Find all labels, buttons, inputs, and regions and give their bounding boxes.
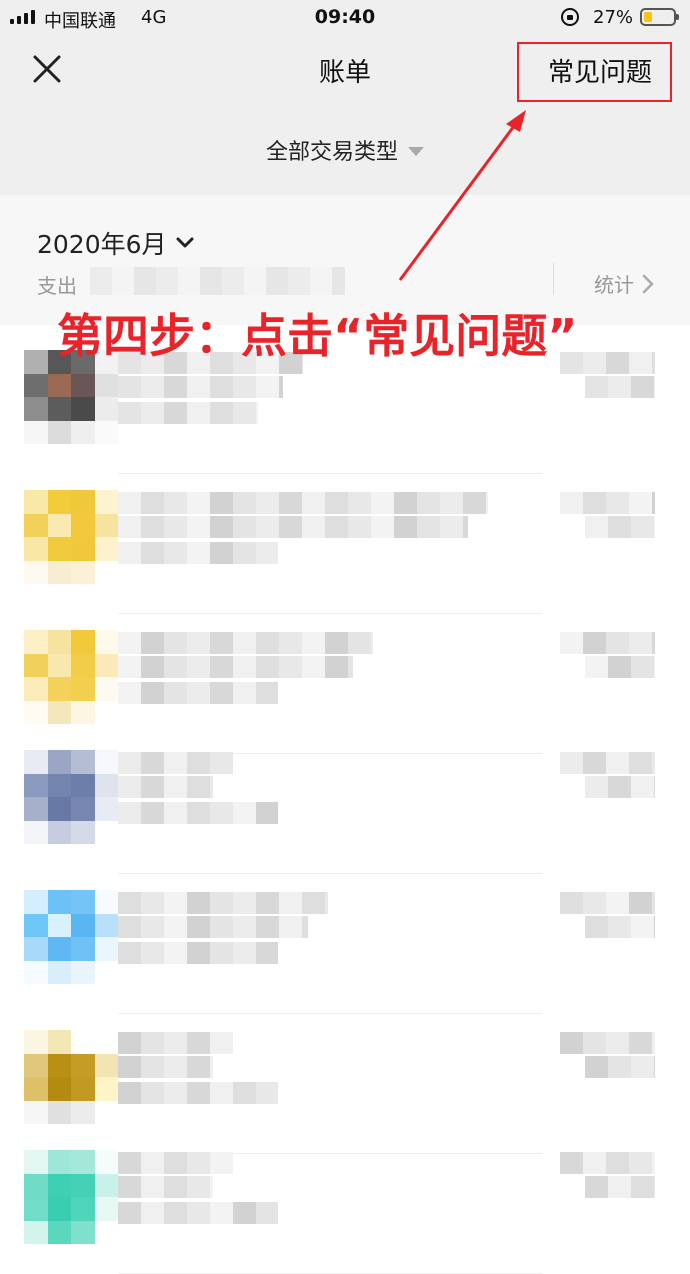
transaction-row[interactable] [0,1020,690,1154]
transaction-amount-blurred [585,916,655,938]
transaction-avatar [24,890,118,984]
transaction-amount-blurred [585,1176,655,1198]
transaction-time-blurred [118,402,258,424]
faq-button[interactable]: 常见问题 [548,52,652,89]
battery-icon [640,8,679,26]
transaction-amount-blurred [585,1056,655,1078]
transaction-title-blurred [118,492,488,514]
transaction-type-filter[interactable]: 全部交易类型 [0,134,690,166]
transaction-amount-blurred [560,632,655,654]
chevron-down-icon [176,237,194,248]
caret-down-icon [408,146,424,156]
battery-percent: 27% [593,7,634,28]
row-divider [118,1013,542,1014]
transaction-avatar [24,630,118,724]
transaction-time-blurred [118,682,278,704]
transaction-amount-blurred [560,752,655,774]
chevron-right-icon [642,274,654,293]
transaction-title-blurred [118,656,353,678]
stats-link[interactable]: 统计 [594,269,654,298]
transaction-title-blurred [118,1032,233,1054]
transaction-amount-blurred [585,516,655,538]
transaction-row[interactable] [0,880,690,1014]
transaction-title-blurred [118,516,468,538]
transaction-avatar [24,1150,118,1244]
rotation-lock-icon [561,8,579,26]
summary-divider [553,263,554,295]
row-divider [118,613,542,614]
transaction-time-blurred [118,1202,278,1224]
status-bar: 中国联通 4G 09:40 27% [0,0,690,36]
transaction-title-blurred [118,1056,213,1078]
month-label: 2020年6月 [37,230,167,259]
transaction-row[interactable] [0,1140,690,1274]
spend-label: 支出 [37,274,77,298]
status-time: 09:40 [314,6,376,28]
transaction-row[interactable] [0,620,690,754]
transaction-title-blurred [118,916,308,938]
transaction-avatar [24,750,118,844]
transaction-amount-blurred [560,1032,655,1054]
transaction-title-blurred [118,1176,213,1198]
close-icon[interactable] [28,50,66,88]
transaction-title-blurred [118,776,213,798]
spend-amount-blurred [90,267,345,295]
transaction-amount-blurred [560,1152,655,1174]
transaction-time-blurred [118,1082,278,1104]
transaction-row[interactable] [0,740,690,874]
transaction-amount-blurred [585,656,655,678]
transaction-title-blurred [118,632,373,654]
transaction-time-blurred [118,802,278,824]
transaction-avatar [24,490,118,584]
annotation-text: 第四步：点击“常见问题” [57,309,578,363]
transaction-title-blurred [118,1152,233,1174]
transaction-amount-blurred [560,492,655,514]
transaction-time-blurred [118,942,278,964]
stats-label: 统计 [594,273,634,297]
filter-label: 全部交易类型 [265,140,398,165]
transaction-amount-blurred [560,892,655,914]
transaction-amount-blurred [585,776,655,798]
transaction-title-blurred [118,892,328,914]
row-divider [118,873,542,874]
transaction-row[interactable] [0,480,690,614]
row-divider [118,473,542,474]
transaction-time-blurred [118,542,278,564]
transaction-title-blurred [118,376,283,398]
transaction-avatar [24,1030,118,1124]
transaction-amount-blurred [585,376,655,398]
transaction-title-blurred [118,752,233,774]
month-selector[interactable]: 2020年6月 [37,225,195,261]
battery-fill [644,12,652,22]
